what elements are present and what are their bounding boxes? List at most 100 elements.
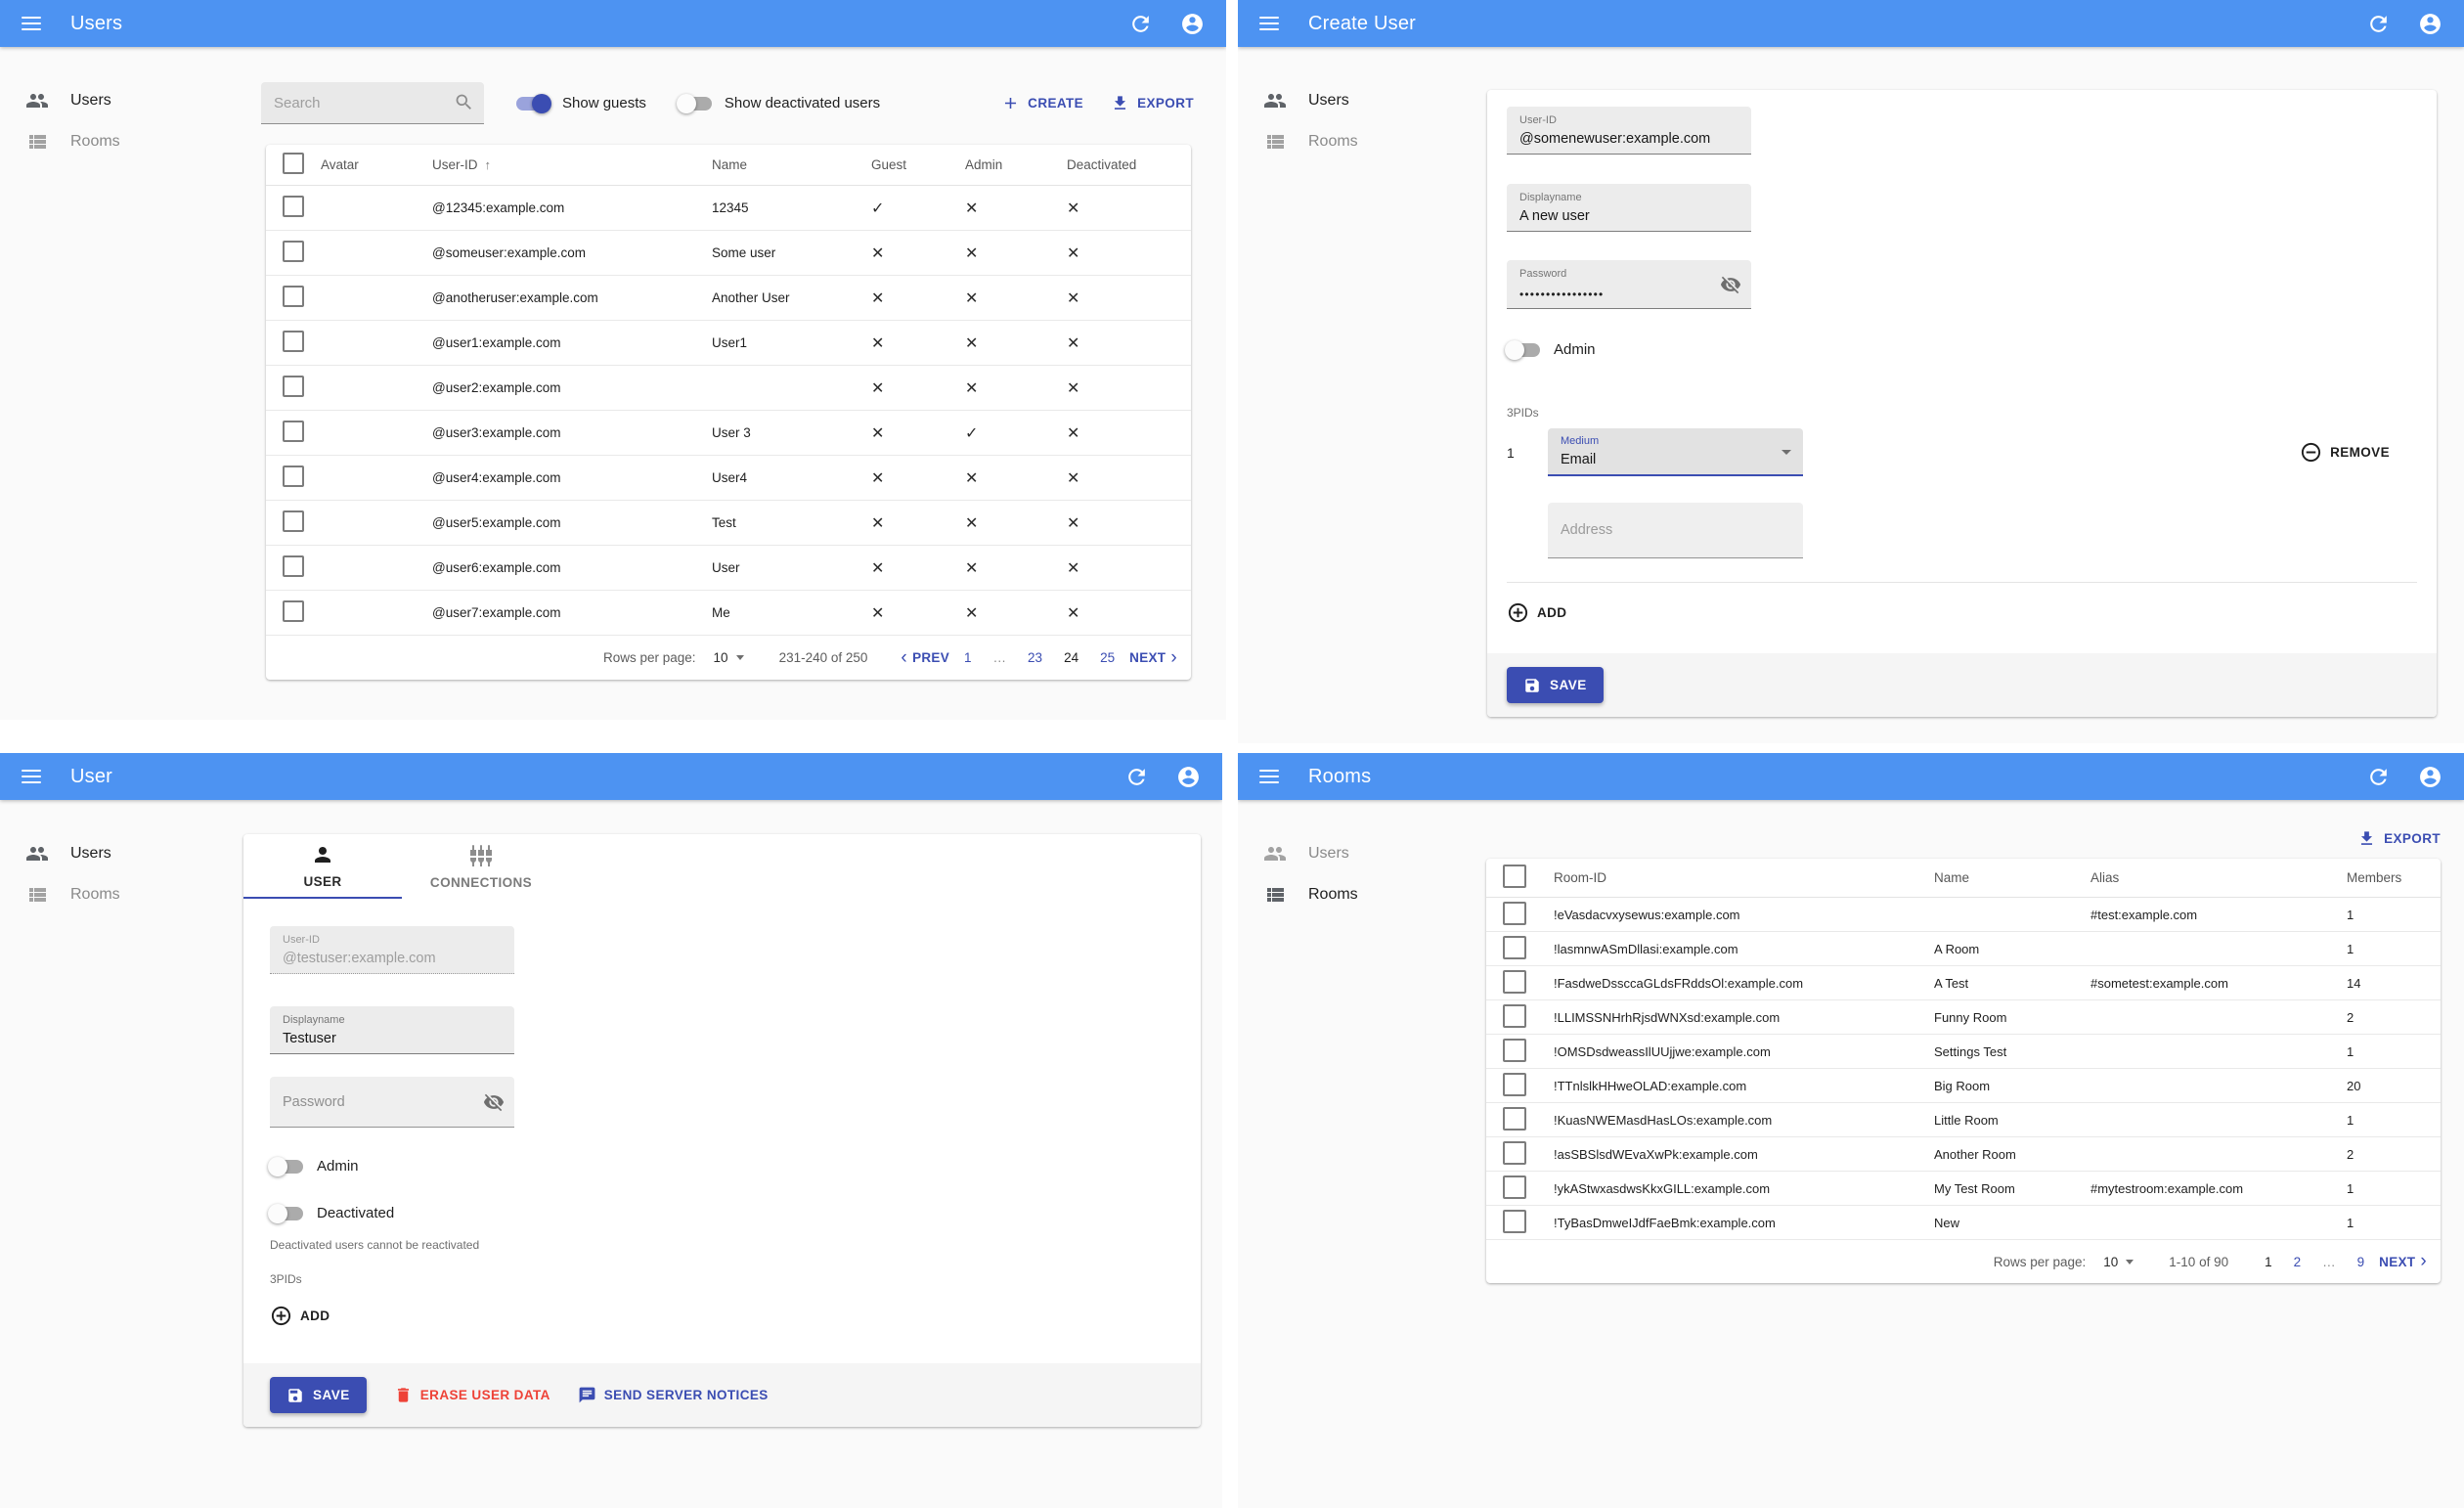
export-button[interactable]: EXPORT [1111, 94, 1194, 112]
prev-page-button[interactable]: ‹ PREV [901, 647, 949, 669]
table-row[interactable]: @user5:example.com Test ✕ ✕ ✕ [266, 500, 1191, 546]
send-server-notices-button[interactable]: SEND SERVER NOTICES [578, 1386, 769, 1404]
page-button-2[interactable]: 2 [2283, 1255, 2312, 1269]
column-header-admin[interactable]: Admin [965, 145, 1067, 186]
sidebar-item-rooms[interactable]: Rooms [0, 874, 235, 915]
column-header-alias[interactable]: Alias [2090, 859, 2347, 898]
sidebar-item-rooms[interactable]: Rooms [1238, 874, 1482, 915]
visibility-off-icon[interactable] [1720, 274, 1741, 295]
sidebar-item-users[interactable]: Users [0, 80, 256, 121]
row-checkbox[interactable] [283, 196, 304, 217]
account-circle-icon[interactable] [2418, 12, 2442, 36]
table-row[interactable]: !lasmnwASmDllasi:example.com A Room 1 [1486, 931, 2441, 966]
rows-per-page-select[interactable]: 10 [714, 650, 744, 665]
tab-connections[interactable]: CONNECTIONS [402, 834, 560, 899]
account-circle-icon[interactable] [1180, 12, 1205, 36]
page-button-25[interactable]: 25 [1089, 650, 1125, 665]
table-row[interactable]: @12345:example.com 12345 ✓ ✕ ✕ [266, 185, 1191, 231]
row-checkbox[interactable] [283, 376, 304, 397]
create-button[interactable]: CREATE [1001, 94, 1083, 112]
table-row[interactable]: !OMSDsdweassIlUUjjwe:example.com Settings… [1486, 1034, 2441, 1069]
deactivated-toggle[interactable] [268, 1203, 303, 1223]
table-row[interactable]: !asSBSlsdWEvaXwPk:example.com Another Roo… [1486, 1136, 2441, 1172]
show-deactivated-toggle[interactable] [676, 93, 712, 113]
row-checkbox[interactable] [283, 466, 304, 487]
table-row[interactable]: @user1:example.com User1 ✕ ✕ ✕ [266, 320, 1191, 366]
refresh-icon[interactable] [1124, 765, 1149, 789]
row-checkbox[interactable] [1503, 935, 1526, 959]
row-checkbox[interactable] [283, 555, 304, 577]
sidebar-item-users[interactable]: Users [1238, 80, 1482, 121]
save-button[interactable]: SAVE [270, 1377, 367, 1413]
sidebar-item-rooms[interactable]: Rooms [1238, 121, 1482, 162]
page-button-9[interactable]: 9 [2347, 1255, 2376, 1269]
row-checkbox[interactable] [1503, 1175, 1526, 1199]
row-checkbox[interactable] [283, 241, 304, 262]
column-header-guest[interactable]: Guest [871, 145, 965, 186]
column-header-name[interactable]: Name [712, 145, 871, 186]
page-button-1[interactable]: 1 [2254, 1255, 2283, 1269]
sidebar-item-users[interactable]: Users [0, 833, 235, 874]
erase-user-data-button[interactable]: ERASE USER DATA [394, 1386, 550, 1404]
table-row[interactable]: !eVasdacvxysewus:example.com #test:exampl… [1486, 897, 2441, 932]
table-row[interactable]: @anotheruser:example.com Another User ✕ ✕ ✕ [266, 275, 1191, 321]
table-row[interactable]: !ykAStwxasdwsKkxGILL:example.com My Test … [1486, 1171, 2441, 1206]
row-checkbox[interactable] [1503, 1038, 1526, 1062]
table-row[interactable]: @user3:example.com User 3 ✕ ✓ ✕ [266, 410, 1191, 456]
column-header-user-id[interactable]: User-ID ↑ [432, 145, 712, 186]
row-checkbox[interactable] [1503, 1106, 1526, 1131]
table-row[interactable]: @user7:example.com Me ✕ ✕ ✕ [266, 590, 1191, 636]
table-row[interactable]: !KuasNWEMasdHasLOs:example.com Little Roo… [1486, 1102, 2441, 1137]
page-button-23[interactable]: 23 [1017, 650, 1053, 665]
row-checkbox[interactable] [283, 510, 304, 532]
select-all-checkbox[interactable] [1503, 865, 1526, 888]
next-page-button[interactable]: NEXT › [2379, 1251, 2427, 1272]
account-circle-icon[interactable] [2418, 765, 2442, 789]
menu-icon[interactable] [1259, 17, 1279, 30]
export-button[interactable]: EXPORT [2357, 829, 2441, 848]
sidebar-item-users[interactable]: Users [1238, 833, 1482, 874]
add-threepid-button[interactable]: ADD [270, 1305, 330, 1327]
row-checkbox[interactable] [283, 331, 304, 352]
table-row[interactable]: @user2:example.com ✕ ✕ ✕ [266, 365, 1191, 411]
user-id-field[interactable]: User-ID @somenewuser:example.com [1507, 107, 1751, 155]
row-checkbox[interactable] [1503, 1072, 1526, 1096]
table-row[interactable]: @user6:example.com User ✕ ✕ ✕ [266, 545, 1191, 591]
admin-toggle[interactable] [1505, 339, 1540, 360]
column-header-members[interactable]: Members [2347, 859, 2441, 898]
row-checkbox[interactable] [1503, 1003, 1526, 1028]
select-all-checkbox[interactable] [283, 153, 304, 174]
row-checkbox[interactable] [1503, 969, 1526, 994]
table-row[interactable]: @user4:example.com User4 ✕ ✕ ✕ [266, 455, 1191, 501]
table-row[interactable]: !LLIMSSNHrhRjsdWNXsd:example.com Funny Ro… [1486, 999, 2441, 1035]
medium-select[interactable]: Medium Email [1548, 428, 1803, 476]
password-field[interactable]: Password [270, 1077, 514, 1128]
rows-per-page-select[interactable]: 10 [2103, 1255, 2134, 1269]
refresh-icon[interactable] [2366, 765, 2391, 789]
table-row[interactable]: !FasdweDssccaGLdsFRddsOl:example.com A Te… [1486, 965, 2441, 1000]
menu-icon[interactable] [22, 770, 41, 783]
refresh-icon[interactable] [1128, 12, 1153, 36]
add-threepid-button[interactable]: ADD [1507, 601, 1566, 624]
row-checkbox[interactable] [1503, 1140, 1526, 1165]
sidebar-item-rooms[interactable]: Rooms [0, 121, 256, 162]
show-guests-toggle[interactable] [516, 93, 551, 113]
next-page-button[interactable]: NEXT › [1129, 647, 1177, 669]
row-checkbox[interactable] [283, 600, 304, 622]
displayname-field[interactable]: Displayname A new user [1507, 184, 1751, 232]
displayname-field[interactable]: Displayname Testuser [270, 1006, 514, 1054]
row-checkbox[interactable] [1503, 901, 1526, 925]
remove-threepid-button[interactable]: REMOVE [2300, 441, 2390, 464]
column-header-room-id[interactable]: Room-ID [1554, 859, 1934, 898]
table-row[interactable]: !TyBasDmweIJdfFaeBmk:example.com New 1 [1486, 1205, 2441, 1240]
save-button[interactable]: SAVE [1507, 667, 1604, 703]
table-row[interactable]: @someuser:example.com Some user ✕ ✕ ✕ [266, 230, 1191, 276]
admin-toggle[interactable] [268, 1156, 303, 1176]
menu-icon[interactable] [1259, 770, 1279, 783]
account-circle-icon[interactable] [1176, 765, 1201, 789]
address-input[interactable]: Address [1548, 503, 1803, 558]
tab-user[interactable]: USER [243, 834, 402, 899]
refresh-icon[interactable] [2366, 12, 2391, 36]
row-checkbox[interactable] [283, 286, 304, 307]
search-input[interactable] [261, 82, 484, 123]
